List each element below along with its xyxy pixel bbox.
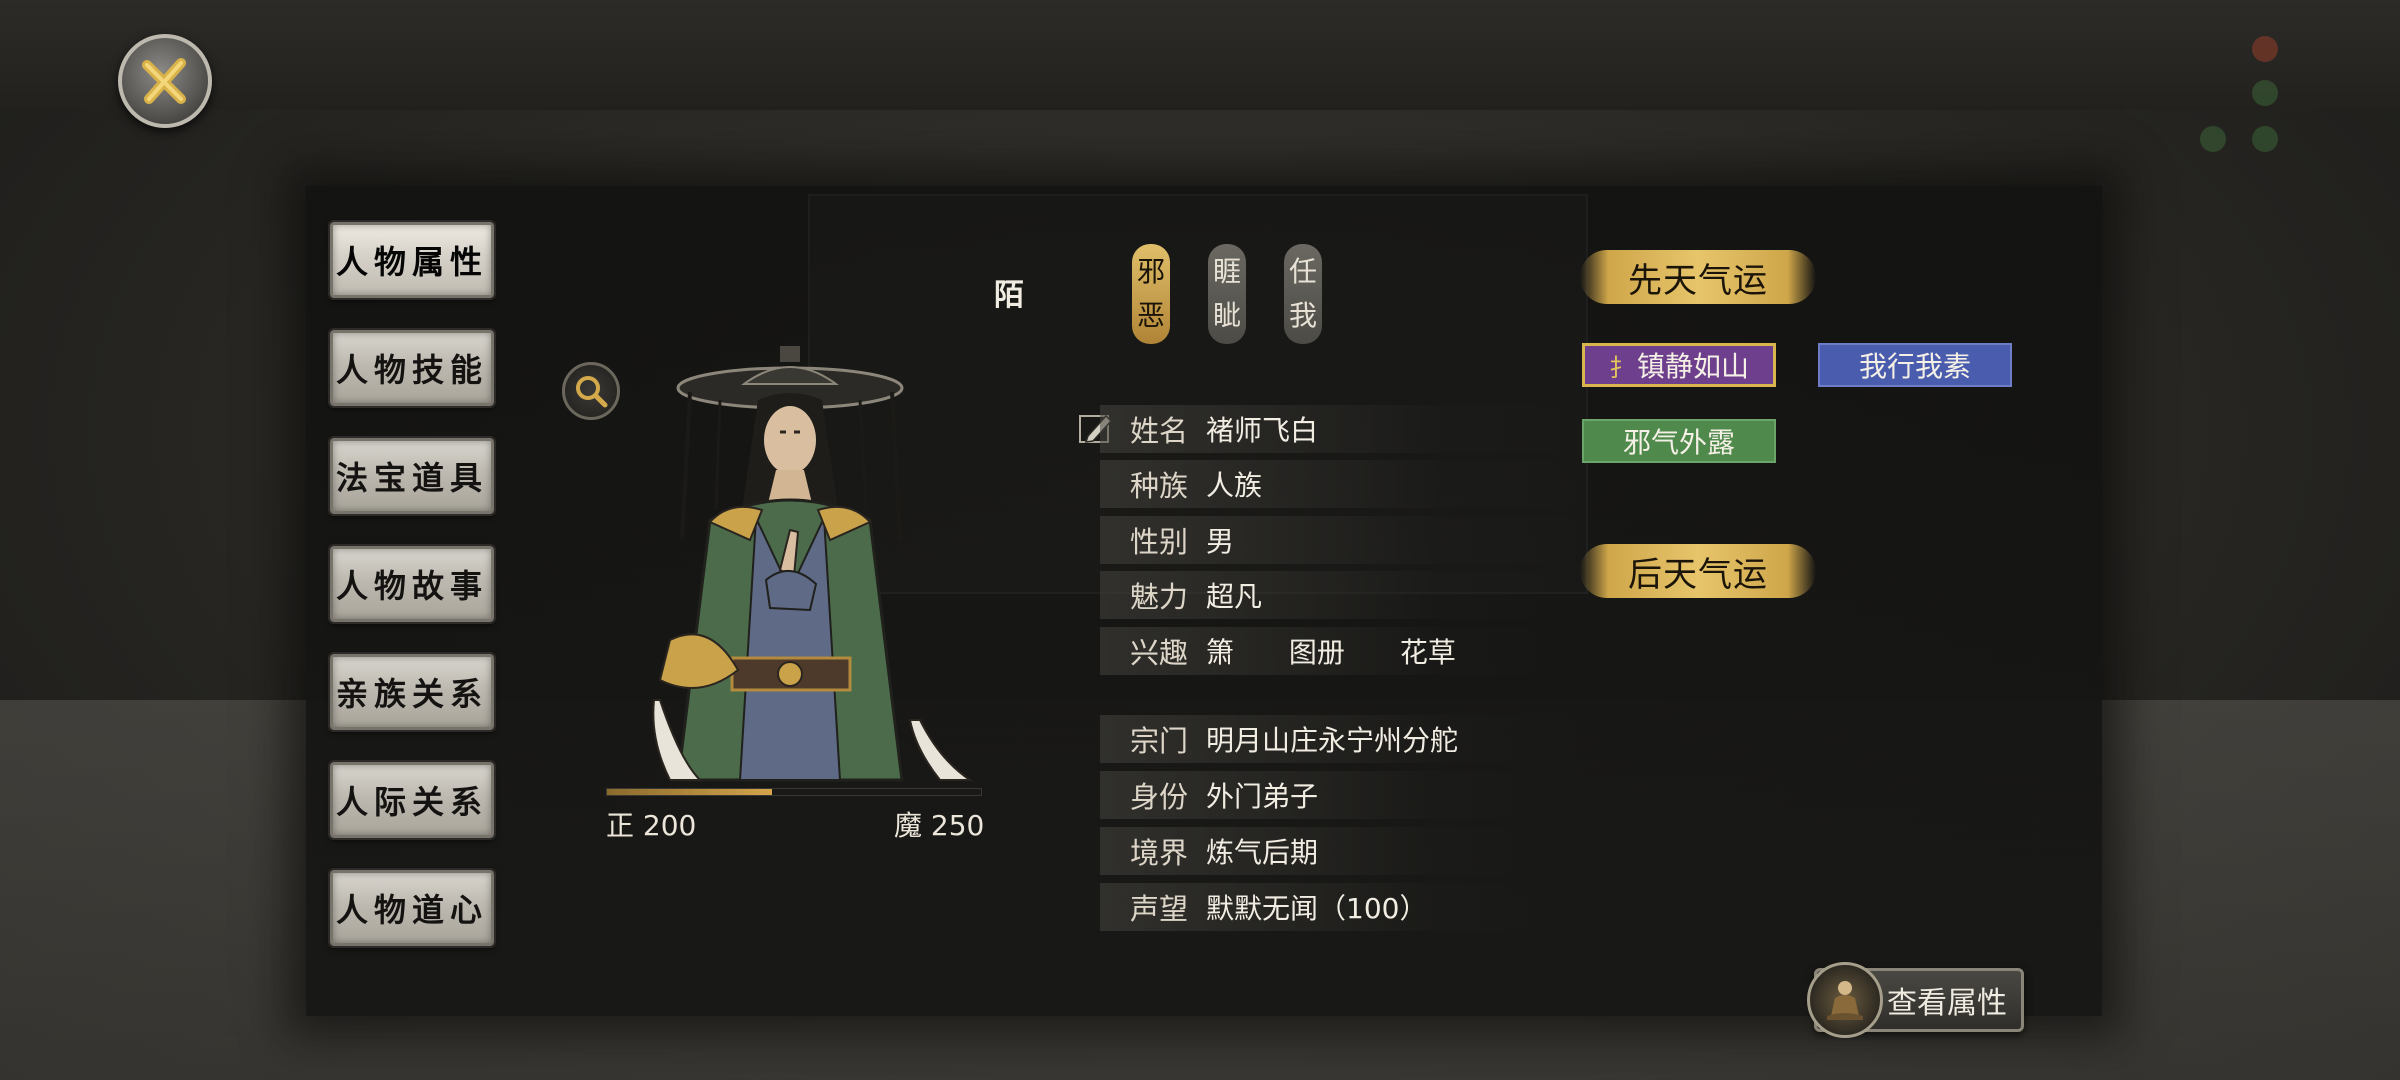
- attr-key: 魅力: [1130, 580, 1189, 614]
- attr-key: 兴趣: [1130, 636, 1189, 670]
- trait-label: 邪气外露: [1622, 426, 1735, 459]
- menu-tab-dao-heart[interactable]: 人物道心: [328, 868, 496, 948]
- righteous-value: 正 200: [606, 809, 697, 842]
- zoom-portrait-button[interactable]: [562, 362, 620, 420]
- attr-key: 姓名: [1130, 414, 1189, 448]
- trait-label: 镇静如山: [1636, 350, 1749, 383]
- hobby-item: 图册: [1288, 636, 1345, 669]
- background-status-dot: [2252, 36, 2278, 62]
- hobby-item: 箫: [1206, 636, 1235, 669]
- attr-value-hobbies: 箫 图册 花草: [1206, 631, 1502, 671]
- attr-row-fame: 声望 默默无闻（100）: [1100, 883, 1580, 931]
- attr-row-name: 姓名 褚师飞白: [1100, 405, 1580, 453]
- tag-evil: 邪恶: [1132, 244, 1170, 344]
- hobby-item: 花草: [1399, 636, 1456, 669]
- view-attributes-button[interactable]: 查看属性: [1807, 962, 2024, 1038]
- character-portrait: [652, 346, 974, 782]
- trait-emblem-icon: ⺘: [1608, 353, 1633, 382]
- attr-value-name: 褚师飞白: [1206, 414, 1319, 447]
- attr-value-charm: 超凡: [1206, 580, 1263, 613]
- attr-value-sect: 明月山庄永宁州分舵: [1206, 724, 1459, 757]
- innate-fortune-title: 先天气运: [1580, 250, 1816, 304]
- attr-row-gender: 性别 男: [1100, 516, 1580, 564]
- attr-value-realm: 炼气后期: [1206, 836, 1319, 869]
- background-top-bar: [0, 0, 2400, 110]
- menu-tab-family[interactable]: 亲族关系: [328, 652, 496, 732]
- character-mark: 陌: [994, 278, 1024, 313]
- attr-key: 宗门: [1130, 724, 1189, 758]
- attr-value-race: 人族: [1206, 469, 1263, 502]
- attr-row-race: 种族 人族: [1100, 460, 1580, 508]
- menu-tab-attributes[interactable]: 人物属性: [328, 220, 496, 300]
- menu-tab-treasures[interactable]: 法宝道具: [328, 436, 496, 516]
- attr-row-realm: 境界 炼气后期: [1100, 827, 1580, 875]
- background-status-dot: [2252, 80, 2278, 106]
- tag-text: 睚眦: [1212, 255, 1241, 332]
- search-icon: [576, 376, 608, 408]
- morality-bar: [606, 788, 982, 796]
- trait-calm-as-mountain[interactable]: ⺘ 镇静如山: [1582, 343, 1776, 387]
- game-screen: 人物属性 人物技能 法宝道具 人物故事 亲族关系 人际关系 人物道心 陌 正 2…: [0, 0, 2400, 1080]
- tag-vengeful: 睚眦: [1208, 244, 1246, 344]
- view-attributes-label: 查看属性: [1887, 986, 2007, 1021]
- trait-evil-aura[interactable]: 邪气外露: [1582, 419, 1776, 463]
- attr-row-hobbies: 兴趣 箫 图册 花草: [1100, 627, 1580, 675]
- trait-label: 我行我素: [1858, 350, 1971, 383]
- demonic-value: 魔 250: [894, 809, 985, 842]
- menu-tab-relations[interactable]: 人际关系: [328, 760, 496, 840]
- close-button[interactable]: [118, 34, 212, 128]
- morality-bar-fill: [607, 789, 772, 795]
- acquired-fortune-title: 后天气运: [1580, 544, 1816, 598]
- tag-willful: 任我: [1284, 244, 1322, 344]
- background-status-dot: [2252, 126, 2278, 152]
- attr-key: 身份: [1130, 780, 1189, 814]
- attr-key: 性别: [1130, 525, 1189, 559]
- side-menu: 人物属性 人物技能 法宝道具 人物故事 亲族关系 人际关系 人物道心: [328, 220, 500, 978]
- tag-text: 任我: [1288, 255, 1317, 332]
- background-status-dot: [2200, 126, 2226, 152]
- attr-row-charm: 魅力 超凡: [1100, 571, 1580, 619]
- menu-tab-skills[interactable]: 人物技能: [328, 328, 496, 408]
- attr-key: 声望: [1130, 892, 1189, 926]
- attr-key: 种族: [1130, 469, 1189, 503]
- attr-value-gender: 男: [1206, 525, 1235, 558]
- attr-row-sect: 宗门 明月山庄永宁州分舵: [1100, 715, 1580, 763]
- attr-key: 境界: [1130, 836, 1189, 870]
- menu-tab-story[interactable]: 人物故事: [328, 544, 496, 624]
- attr-value-identity: 外门弟子: [1206, 780, 1319, 813]
- attr-value-fame: 默默无闻（100）: [1206, 892, 1428, 925]
- attr-row-identity: 身份 外门弟子: [1100, 771, 1580, 819]
- tag-text: 邪恶: [1136, 255, 1165, 332]
- close-x-icon: [142, 58, 186, 104]
- meditating-figure-icon: [1827, 981, 1863, 1020]
- avatar: [1807, 962, 1883, 1038]
- trait-own-way[interactable]: 我行我素: [1818, 343, 2012, 387]
